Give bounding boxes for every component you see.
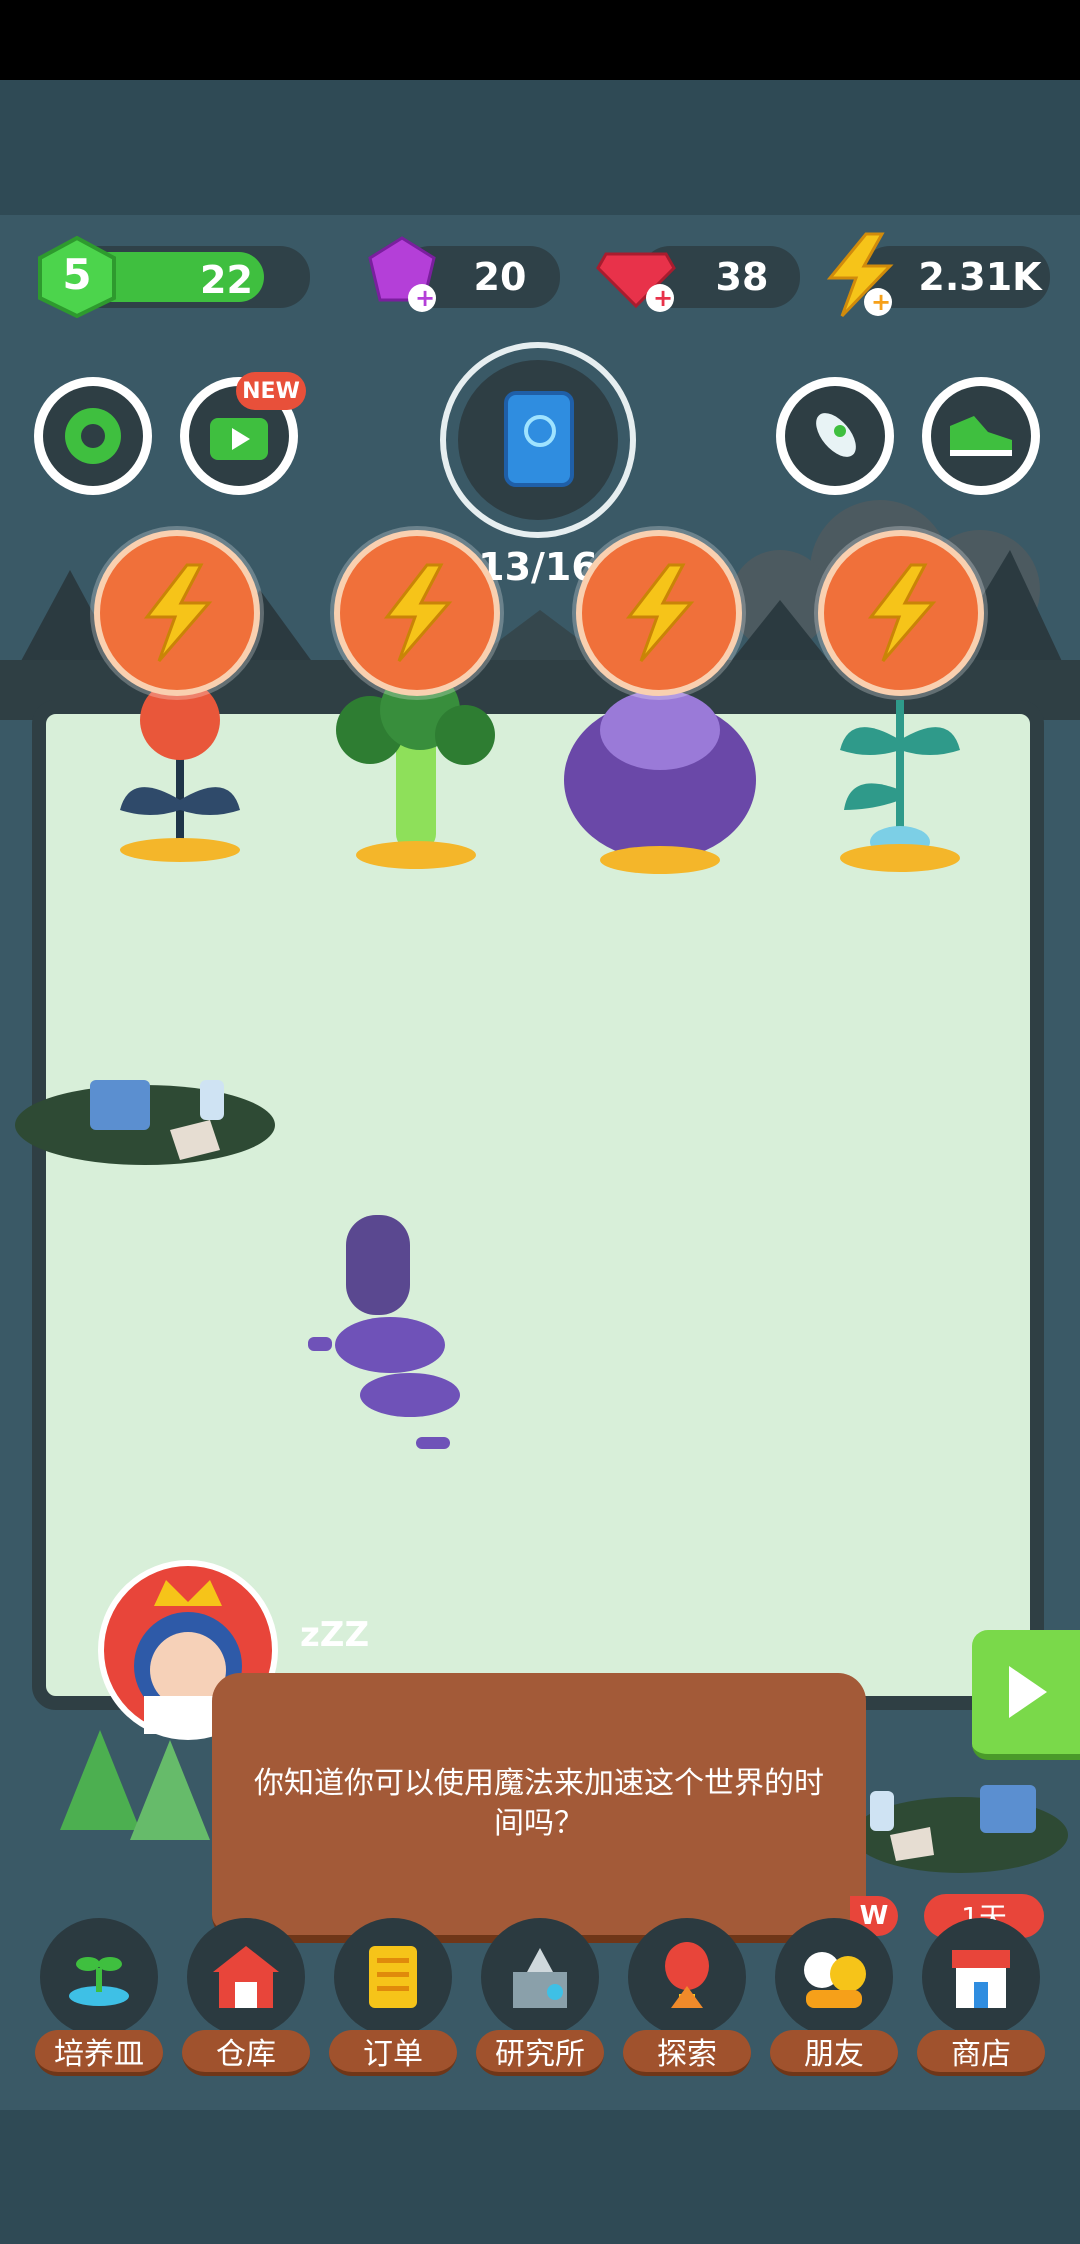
level-badge: 5 <box>36 235 118 319</box>
sneaker-icon <box>931 386 1031 486</box>
xp-value: 22 <box>200 258 253 302</box>
red-flower-plant[interactable] <box>110 680 250 880</box>
barn-icon <box>187 1918 305 2036</box>
nav-label-friends: 朋友 <box>770 2030 898 2076</box>
lightning-icon <box>143 563 213 662</box>
nav-label-warehouse: 仓库 <box>182 2030 310 2076</box>
sprout-plant[interactable] <box>830 680 970 880</box>
sneaker-button[interactable] <box>922 377 1040 495</box>
sleep-indicator: zZZ <box>300 1615 370 1655</box>
lightning-icon <box>383 563 453 662</box>
purple-cabbage-plant[interactable] <box>560 670 760 880</box>
energy-value: 2.31K <box>918 255 1042 299</box>
settings-button[interactable] <box>34 377 152 495</box>
spilled-potion[interactable] <box>300 1215 470 1455</box>
collect-energy-bubble-4[interactable] <box>818 530 984 696</box>
balloon-icon <box>628 1918 746 2036</box>
tip-dialog[interactable]: 你知道你可以使用魔法来加速这个世界的时间吗？ <box>212 1673 866 1943</box>
sprout-icon <box>40 1918 158 2036</box>
bottom-banner <box>0 2110 1080 2244</box>
lightning-icon: + <box>820 232 900 318</box>
nav-shop[interactable]: 商店 <box>917 1918 1045 2078</box>
new-badge: NEW <box>236 372 306 410</box>
nav-label-research: 研究所 <box>476 2030 604 2076</box>
red-gem-icon: + <box>594 234 678 314</box>
level-value: 5 <box>62 250 92 299</box>
purple-gem-value: 20 <box>473 255 527 299</box>
red-gem-value: 38 <box>715 255 769 299</box>
shop-icon <box>922 1918 1040 2036</box>
svg-text:+: + <box>871 288 891 316</box>
friends-icon <box>775 1918 893 2036</box>
purple-gem-icon: + <box>362 234 442 314</box>
lightning-icon <box>867 563 937 662</box>
top-banner <box>0 80 1080 220</box>
book-icon <box>458 360 618 520</box>
nav-label-explore: 探索 <box>623 2030 751 2076</box>
status-bar <box>0 0 1080 80</box>
play-icon <box>1009 1666 1047 1718</box>
book-button[interactable] <box>440 342 636 538</box>
lab-icon <box>481 1918 599 2036</box>
nav-friends[interactable]: 朋友 <box>770 1918 898 2078</box>
tip-message: 你知道你可以使用魔法来加速这个世界的时间吗？ <box>254 1766 824 1841</box>
pine-trees <box>60 1730 210 1840</box>
gear-icon <box>43 386 143 486</box>
svg-text:+: + <box>653 284 673 312</box>
trash-pile-right[interactable] <box>850 1765 1070 1885</box>
rocket-icon <box>785 386 885 486</box>
svg-text:+: + <box>415 284 435 312</box>
nav-label-petri: 培养皿 <box>35 2030 163 2076</box>
collect-energy-bubble-3[interactable] <box>576 530 742 696</box>
nav-petri-dish[interactable]: 培养皿 <box>35 1918 163 2078</box>
collect-energy-bubble-1[interactable] <box>94 530 260 696</box>
nav-explore[interactable]: 探索 <box>623 1918 751 2078</box>
trash-pile[interactable] <box>10 1050 280 1180</box>
nav-warehouse[interactable]: 仓库 <box>182 1918 310 2078</box>
nav-label-shop: 商店 <box>917 2030 1045 2076</box>
collect-energy-bubble-2[interactable] <box>334 530 500 696</box>
nav-orders[interactable]: 订单 <box>329 1918 457 2078</box>
nav-label-orders: 订单 <box>329 2030 457 2076</box>
scroll-icon <box>334 1918 452 2036</box>
speed-up-button[interactable] <box>972 1630 1080 1760</box>
lightning-icon <box>625 563 695 662</box>
rocket-button[interactable] <box>776 377 894 495</box>
nav-research[interactable]: 研究所 <box>476 1918 604 2078</box>
